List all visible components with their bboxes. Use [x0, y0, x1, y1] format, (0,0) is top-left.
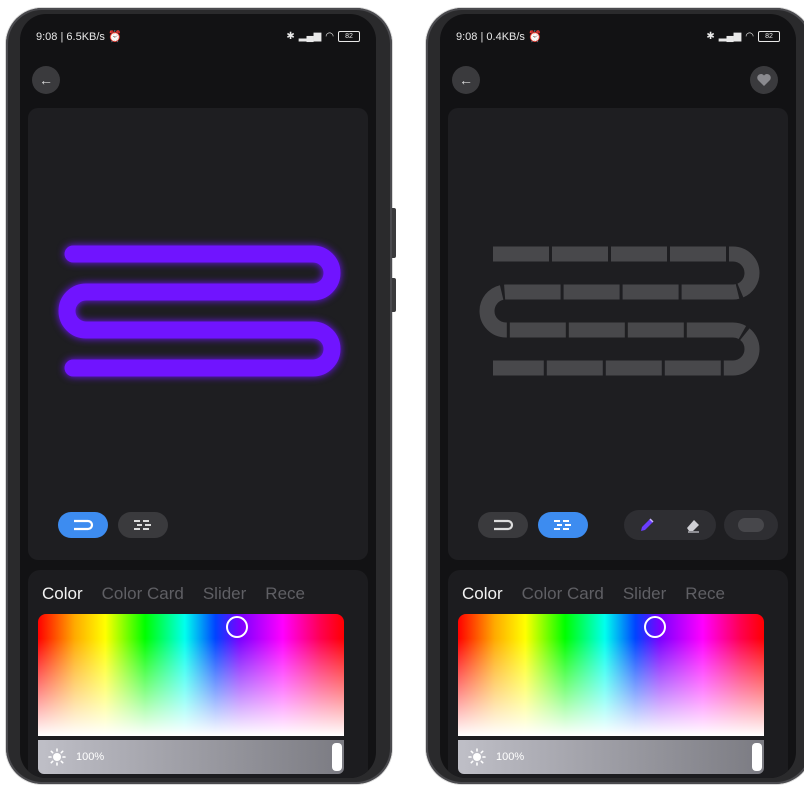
bluetooth-icon: ✱ [286, 30, 295, 42]
segment-toggle-knob [738, 518, 764, 532]
tab-slider[interactable]: Slider [623, 584, 666, 604]
status-time: 9:08 [36, 30, 58, 43]
brightness-value: 100% [76, 751, 105, 763]
brightness-value: 100% [496, 751, 525, 763]
strip-preview-card [448, 108, 788, 560]
light-strip-path [58, 245, 341, 377]
color-picker[interactable] [38, 614, 344, 736]
segment-strip-mode-button[interactable] [118, 512, 168, 538]
color-picker-handle[interactable] [644, 616, 666, 638]
status-left: 9:08 | 6.5KB/s ⏰ [36, 30, 122, 43]
tab-color[interactable]: Color [42, 584, 83, 604]
brightness-slider[interactable]: 100% [458, 740, 764, 774]
heart-icon [757, 74, 771, 86]
color-tabs: Color Color Card Slider Rece [42, 584, 305, 604]
status-bar: 9:08 | 6.5KB/s ⏰ ✱ ▂▄▆ ◠ 82 [36, 28, 360, 44]
status-time: 9:08 [456, 30, 478, 43]
app-screen-left: 9:08 | 6.5KB/s ⏰ ✱ ▂▄▆ ◠ 82 ← Color Colo… [20, 14, 376, 778]
segment-toggle[interactable] [724, 510, 778, 540]
back-arrow-icon: ← [39, 72, 53, 88]
eraser-icon[interactable] [684, 516, 702, 534]
color-panel: Color Color Card Slider Rece 100% [28, 570, 368, 778]
status-icons: ✱ ▂▄▆ ◠ 82 [706, 30, 780, 42]
battery-icon: 82 [758, 30, 780, 42]
app-screen-right: 9:08 | 0.4KB/s ⏰ ✱ ▂▄▆ ◠ 82 ← Color Colo… [440, 14, 796, 778]
sun-icon [468, 748, 486, 766]
back-button[interactable]: ← [32, 66, 60, 94]
status-speed: 6.5KB/s [66, 30, 105, 43]
volume-button [392, 208, 396, 258]
signal-icon: ▂▄▆ [718, 30, 742, 42]
segment-strip-mode-button[interactable] [538, 512, 588, 538]
curve-strip-mode-button[interactable] [478, 512, 528, 538]
brightness-thumb[interactable] [332, 743, 342, 771]
phone-left: 9:08 | 6.5KB/s ⏰ ✱ ▂▄▆ ◠ 82 ← Color Colo… [6, 8, 396, 784]
curve-strip-icon [494, 519, 514, 531]
color-panel: Color Color Card Slider Rece 100% [448, 570, 788, 778]
curve-strip-mode-button[interactable] [58, 512, 108, 538]
wifi-icon: ◠ [745, 30, 754, 42]
light-strip-path [479, 246, 760, 376]
phone-right: 9:08 | 0.4KB/s ⏰ ✱ ▂▄▆ ◠ 82 ← Color Colo… [426, 8, 804, 784]
status-speed: 0.4KB/s [486, 30, 525, 43]
power-button [392, 278, 396, 312]
tab-color-card[interactable]: Color Card [522, 584, 604, 604]
curve-strip-icon [74, 519, 94, 531]
signal-icon: ▂▄▆ [298, 30, 322, 42]
sun-icon [48, 748, 66, 766]
battery-icon: 82 [338, 30, 360, 42]
pencil-icon[interactable] [638, 516, 656, 534]
segment-strip-icon [554, 520, 571, 530]
strip-preview-card [28, 108, 368, 560]
brightness-slider[interactable]: 100% [38, 740, 344, 774]
tab-color[interactable]: Color [462, 584, 503, 604]
tab-color-card[interactable]: Color Card [102, 584, 184, 604]
brightness-thumb[interactable] [752, 743, 762, 771]
alarm-icon: ⏰ [108, 30, 122, 43]
status-left: 9:08 | 0.4KB/s ⏰ [456, 30, 542, 43]
segment-strip-icon [134, 520, 151, 530]
tab-recent[interactable]: Rece [685, 584, 725, 604]
back-button[interactable]: ← [452, 66, 480, 94]
favorite-button[interactable] [750, 66, 778, 94]
tab-recent[interactable]: Rece [265, 584, 305, 604]
segment-tool-group [624, 510, 716, 540]
tab-slider[interactable]: Slider [203, 584, 246, 604]
light-strip-preview[interactable] [448, 108, 788, 560]
alarm-icon: ⏰ [528, 30, 542, 43]
bluetooth-icon: ✱ [706, 30, 715, 42]
color-picker[interactable] [458, 614, 764, 736]
light-strip-preview[interactable] [28, 108, 368, 560]
status-icons: ✱ ▂▄▆ ◠ 82 [286, 30, 360, 42]
back-arrow-icon: ← [459, 72, 473, 88]
status-bar: 9:08 | 0.4KB/s ⏰ ✱ ▂▄▆ ◠ 82 [456, 28, 780, 44]
color-picker-handle[interactable] [226, 616, 248, 638]
color-tabs: Color Color Card Slider Rece [462, 584, 725, 604]
wifi-icon: ◠ [325, 30, 334, 42]
